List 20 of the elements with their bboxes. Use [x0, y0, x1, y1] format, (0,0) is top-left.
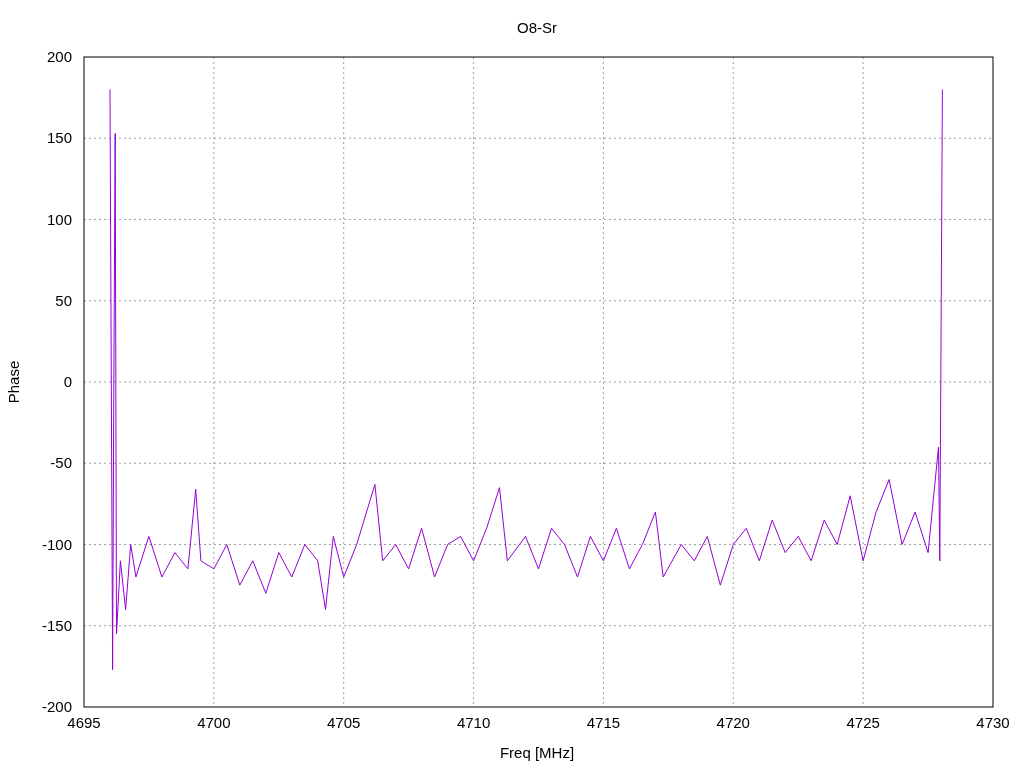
- tick-label: 0: [63, 373, 72, 390]
- tick-label: -150: [41, 616, 72, 634]
- tick-label: 4695: [67, 714, 101, 731]
- x-axis-label: Freq [MHz]: [499, 744, 575, 761]
- chart-title: O8-Sr: [517, 19, 557, 36]
- tick-label: 200: [46, 48, 72, 65]
- tick-label: -200: [41, 698, 72, 715]
- tick-label: 4700: [197, 714, 231, 731]
- tick-label: 150: [46, 129, 72, 147]
- tick-label: -100: [41, 535, 72, 553]
- tick-label: 4705: [327, 714, 361, 731]
- tick-label: 4720: [716, 714, 750, 731]
- tick-label: -50: [50, 454, 72, 472]
- tick-label: 4715: [586, 714, 621, 731]
- tick-label: 50: [55, 291, 72, 309]
- tick-label: 100: [46, 210, 72, 228]
- y-axis-label: Phase: [5, 360, 22, 404]
- tick-label: 4710: [456, 714, 491, 731]
- tick-label: 4725: [846, 714, 880, 731]
- tick-label: 4730: [976, 714, 1010, 731]
